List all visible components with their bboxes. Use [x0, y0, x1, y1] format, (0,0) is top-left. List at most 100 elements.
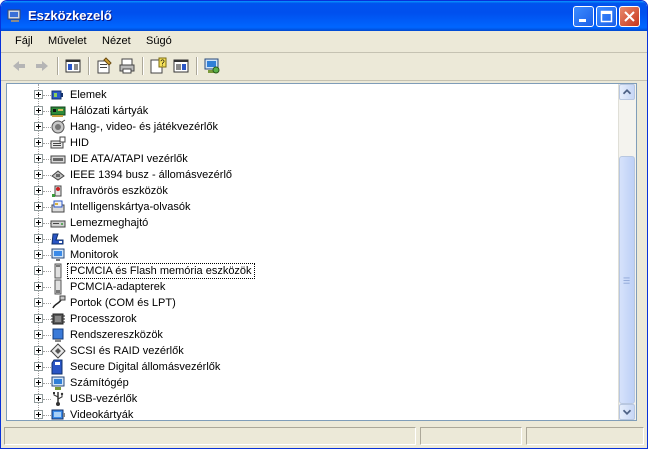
maximize-button[interactable] — [596, 6, 617, 27]
expand-icon[interactable] — [34, 378, 43, 387]
expand-icon[interactable] — [34, 138, 43, 147]
tree-item[interactable]: HID — [7, 135, 607, 151]
tree-item-label: Secure Digital állomásvezérlők — [70, 361, 221, 373]
status-pane-main — [4, 427, 416, 445]
expand-icon[interactable] — [34, 266, 43, 275]
tree-item[interactable]: Intelligenskártya-olvasók — [7, 199, 607, 215]
expand-icon[interactable] — [34, 250, 43, 259]
tree-item-label: Hang-, video- és játékvezérlők — [70, 121, 218, 133]
minimize-icon — [579, 19, 586, 22]
menu-bar: Fájl Művelet Nézet Súgó — [1, 31, 647, 53]
tree-item-label: Videokártyák — [70, 409, 134, 420]
tree-item[interactable]: Processzorok — [7, 311, 607, 327]
expand-icon[interactable] — [34, 410, 43, 419]
tree-item-label: Lemezmeghajtó — [70, 217, 149, 229]
tree-item-label: Hálózati kártyák — [70, 105, 149, 117]
print-icon[interactable] — [117, 56, 137, 76]
tree-item[interactable]: PCMCIA-adapterek — [7, 279, 607, 295]
toolbar: ? — [1, 53, 647, 81]
menu-action[interactable]: Művelet — [48, 35, 87, 47]
system-devices-icon — [52, 328, 64, 342]
tree-item-label: PCMCIA és Flash memória eszközök — [67, 263, 255, 279]
tree-item-label: Monitorok — [70, 249, 119, 261]
close-button[interactable] — [619, 6, 640, 27]
scroll-thumb[interactable] — [619, 156, 635, 404]
tree-item-label: Számítógép — [70, 377, 129, 389]
show-hide-action-pane-icon[interactable] — [171, 56, 191, 76]
smartcard-reader-icon — [51, 200, 65, 213]
tree-item-label: Rendszereszközök — [70, 329, 163, 341]
tree-item[interactable]: USB-vezérlők — [7, 391, 607, 407]
expand-icon[interactable] — [34, 154, 43, 163]
menu-file[interactable]: Fájl — [15, 35, 33, 47]
port-icon — [52, 295, 66, 309]
tree-item[interactable]: IEEE 1394 busz - állomásvezérlő — [7, 167, 607, 183]
pcmcia-flash-icon — [54, 263, 62, 279]
expand-icon[interactable] — [34, 170, 43, 179]
back-arrow-icon[interactable] — [9, 56, 29, 76]
window-title: Eszközkezelő — [28, 8, 112, 23]
scan-hardware-icon[interactable] — [202, 56, 222, 76]
status-bar — [1, 424, 647, 448]
tree-item[interactable]: Elemek — [7, 87, 607, 103]
menu-help[interactable]: Súgó — [146, 35, 172, 47]
tree-item[interactable]: Infravörös eszközök — [7, 183, 607, 199]
tree-item[interactable]: IDE ATA/ATAPI vezérlők — [7, 151, 607, 167]
tree-item-label: IDE ATA/ATAPI vezérlők — [70, 153, 188, 165]
status-pane-secondary — [420, 427, 522, 445]
tree-item[interactable]: Lemezmeghajtó — [7, 215, 607, 231]
usb-icon — [53, 392, 64, 406]
disk-drive-icon — [50, 220, 66, 228]
infrared-icon — [52, 185, 62, 197]
grip-icon — [623, 277, 630, 284]
tree-item[interactable]: Rendszereszközök — [7, 327, 607, 343]
tree-item[interactable]: Portok (COM és LPT) — [7, 295, 607, 311]
expand-icon[interactable] — [34, 394, 43, 403]
expand-icon[interactable] — [34, 282, 43, 291]
expand-icon[interactable] — [34, 106, 43, 115]
toolbar-separator — [57, 57, 59, 75]
chevron-down-icon — [622, 409, 632, 415]
maximize-icon — [600, 10, 613, 23]
forward-arrow-icon[interactable] — [32, 56, 52, 76]
tree-item-label: Portok (COM és LPT) — [70, 297, 176, 309]
device-tree: Elemek Hálózati kártyák Hang-, video- és j… — [7, 84, 621, 420]
scroll-down-button[interactable] — [619, 404, 635, 420]
minimize-button[interactable] — [573, 6, 594, 27]
menu-view[interactable]: Nézet — [102, 35, 131, 47]
ieee1394-icon — [51, 170, 65, 181]
help-icon[interactable]: ? — [148, 56, 168, 76]
tree-item[interactable]: Videokártyák — [7, 407, 607, 420]
properties-icon[interactable] — [94, 56, 114, 76]
tree-item[interactable]: Számítógép — [7, 375, 607, 391]
tree-item[interactable]: Secure Digital állomásvezérlők — [7, 359, 607, 375]
expand-icon[interactable] — [34, 122, 43, 131]
scroll-up-button[interactable] — [619, 84, 635, 100]
expand-icon[interactable] — [34, 218, 43, 227]
tree-item-label: SCSI és RAID vezérlők — [70, 345, 184, 357]
tree-item[interactable]: Hang-, video- és játékvezérlők — [7, 119, 607, 135]
tree-item[interactable]: Monitorok — [7, 247, 607, 263]
tree-item[interactable]: SCSI és RAID vezérlők — [7, 343, 607, 359]
device-tree-pane: Elemek Hálózati kártyák Hang-, video- és j… — [6, 83, 637, 421]
expand-icon[interactable] — [34, 362, 43, 371]
ide-controller-icon — [50, 155, 66, 164]
expand-icon[interactable] — [34, 330, 43, 339]
expand-icon[interactable] — [34, 186, 43, 195]
expand-icon[interactable] — [34, 202, 43, 211]
tree-item[interactable]: Hálózati kártyák — [7, 103, 607, 119]
tree-item[interactable]: Modemek — [7, 231, 607, 247]
monitor-icon — [51, 248, 65, 261]
show-hide-console-tree-icon[interactable] — [63, 56, 83, 76]
expand-icon[interactable] — [34, 234, 43, 243]
scsi-raid-icon — [50, 343, 66, 359]
expand-icon[interactable] — [34, 90, 43, 99]
expand-icon[interactable] — [34, 298, 43, 307]
expand-icon[interactable] — [34, 346, 43, 355]
vertical-scrollbar[interactable] — [618, 84, 636, 420]
tree-item[interactable]: PCMCIA és Flash memória eszközök — [7, 263, 607, 279]
tree-item-label: Infravörös eszközök — [70, 185, 168, 197]
chevron-up-icon — [622, 89, 632, 95]
title-bar[interactable]: Eszközkezelő — [1, 1, 647, 31]
expand-icon[interactable] — [34, 314, 43, 323]
